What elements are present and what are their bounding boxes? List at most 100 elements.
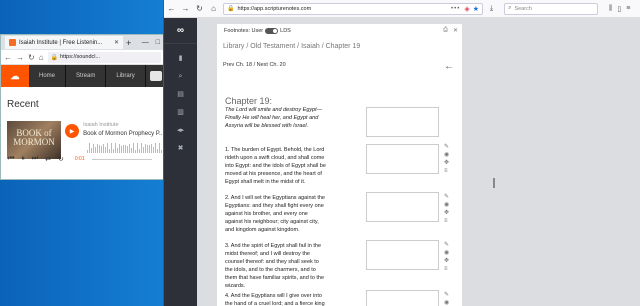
play-button[interactable]: ▶ bbox=[65, 124, 80, 138]
nav-stream[interactable]: Stream bbox=[66, 65, 107, 87]
prev-next-links[interactable]: Prev Ch. 18 / Next Ch. 20 bbox=[223, 62, 286, 68]
waveform-bar bbox=[115, 143, 116, 153]
app-sidebar: ∞ ▮ ⌕ ▤ ▥ ◂▸ ✖ bbox=[164, 18, 197, 306]
close-tab-icon[interactable]: ✕ bbox=[114, 39, 119, 46]
back-icon[interactable]: ← bbox=[167, 4, 176, 13]
list-icon[interactable]: ≡ bbox=[444, 218, 449, 224]
progress-bar[interactable] bbox=[91, 158, 152, 160]
waveform-bar bbox=[99, 145, 100, 153]
main-toolbar: ← → ↻ ⌂ 🔒 https://app.scripturenotes.com… bbox=[164, 0, 640, 18]
book-icon[interactable]: ▮ bbox=[179, 54, 183, 63]
waveform-bar bbox=[159, 143, 160, 153]
track-waveform[interactable] bbox=[87, 143, 163, 153]
back-arrow-icon[interactable]: ← bbox=[444, 61, 454, 72]
eye-icon[interactable]: ◉ bbox=[444, 300, 449, 306]
home-icon[interactable]: ⌂ bbox=[39, 53, 44, 62]
waveform-bar bbox=[121, 145, 122, 153]
tab-title: Isaiah Institute | Free Listenin... bbox=[19, 39, 103, 46]
soundcloud-search-input[interactable] bbox=[149, 71, 162, 81]
close-icon[interactable]: ✕ bbox=[453, 27, 458, 34]
track-info: Isaiah Institute Book of Mormon Prophecy… bbox=[83, 121, 164, 139]
waveform-bar bbox=[97, 144, 98, 153]
maximize-icon[interactable]: □ bbox=[156, 39, 160, 46]
nav-home[interactable]: Home bbox=[29, 65, 67, 87]
library-icon[interactable]: ⫼ bbox=[609, 5, 612, 13]
code-icon[interactable]: ◂▸ bbox=[177, 126, 184, 135]
current-time: 0:01 bbox=[74, 156, 85, 162]
scrollbar[interactable] bbox=[493, 178, 495, 188]
eye-icon[interactable]: ◉ bbox=[444, 202, 449, 208]
track-title[interactable]: Book of Mormon Prophecy P... bbox=[83, 130, 164, 139]
verse-note-box[interactable] bbox=[366, 290, 439, 306]
print-icon[interactable]: ⎙ bbox=[443, 27, 448, 34]
next-icon[interactable]: ⏭ bbox=[32, 155, 38, 163]
download-icon[interactable]: ⤓ bbox=[490, 5, 493, 13]
waveform-bar bbox=[125, 144, 126, 153]
verse-note-box[interactable] bbox=[366, 240, 439, 270]
tab-bar: Isaiah Institute | Free Listenin... ✕ + … bbox=[1, 35, 164, 50]
verse-tools: ✎ ◉ ✥ ≡ bbox=[444, 194, 449, 224]
menu-icon[interactable]: ≡ bbox=[626, 5, 630, 13]
eye-icon[interactable]: ◉ bbox=[444, 250, 449, 256]
eye-icon[interactable]: ◉ bbox=[444, 152, 449, 158]
verse-note-box[interactable] bbox=[366, 192, 439, 222]
track-artist[interactable]: Isaiah Institute bbox=[83, 121, 164, 130]
bookmark-star-icon[interactable]: ★ bbox=[473, 5, 479, 13]
move-icon[interactable]: ✥ bbox=[444, 210, 449, 216]
address-bar[interactable]: 🔒 https://app.scripturenotes.com ••• ◈ ★ bbox=[223, 2, 483, 15]
nav-library[interactable]: Library bbox=[106, 65, 146, 87]
search-icon: ⌕ bbox=[508, 5, 512, 11]
infinity-logo-icon[interactable]: ∞ bbox=[164, 18, 197, 44]
back-icon[interactable]: ← bbox=[4, 53, 12, 62]
edit-icon[interactable]: ✎ bbox=[444, 292, 449, 298]
waveform-bar bbox=[103, 144, 104, 153]
app-content-area: Footnotes: User LDS ⎙ ✕ Library / Old Te… bbox=[197, 18, 640, 306]
reload-icon[interactable]: ↻ bbox=[28, 53, 35, 62]
waveform-bar bbox=[111, 143, 112, 153]
scripture-notes-browser-window[interactable]: ← → ↻ ⌂ 🔒 https://app.scripturenotes.com… bbox=[163, 0, 640, 306]
close-icon[interactable]: ✖ bbox=[178, 144, 184, 153]
move-icon[interactable]: ✥ bbox=[444, 160, 449, 166]
summary-note-box[interactable] bbox=[366, 107, 439, 137]
pause-icon[interactable]: ⏸ bbox=[21, 155, 25, 163]
home-icon[interactable]: ⌂ bbox=[209, 4, 218, 13]
waveform-bar bbox=[151, 144, 152, 153]
forward-icon[interactable]: → bbox=[16, 53, 24, 62]
waveform-bar bbox=[93, 143, 94, 153]
bookmarks-icon[interactable]: ▤ bbox=[177, 90, 184, 99]
chapter-heading: Chapter 19: bbox=[225, 96, 273, 106]
previous-icon[interactable]: ⏮ bbox=[8, 155, 14, 163]
waveform-bar bbox=[123, 144, 124, 153]
minimize-icon[interactable]: — bbox=[142, 39, 149, 46]
list-icon[interactable]: ≡ bbox=[444, 168, 449, 174]
repeat-icon[interactable]: ↻ bbox=[58, 155, 64, 163]
footnotes-toggle-row: Footnotes: User LDS bbox=[224, 28, 291, 34]
waveform-bar bbox=[149, 145, 150, 153]
search-input[interactable]: ⌕ Search bbox=[504, 2, 599, 15]
search-icon[interactable]: ⌕ bbox=[179, 72, 183, 81]
library-icon[interactable]: ▥ bbox=[177, 108, 184, 117]
page-actions-icon[interactable]: ••• bbox=[451, 6, 460, 12]
edit-icon[interactable]: ✎ bbox=[444, 144, 449, 150]
soundcloud-favicon-icon bbox=[9, 39, 16, 46]
browser-tab[interactable]: Isaiah Institute | Free Listenin... ✕ bbox=[5, 36, 123, 49]
reload-icon[interactable]: ↻ bbox=[195, 4, 204, 13]
waveform-bar bbox=[145, 144, 146, 153]
verse-3: 3. And the spirit of Egypt shall fail in… bbox=[225, 243, 325, 289]
breadcrumb[interactable]: Library / Old Testament / Isaiah / Chapt… bbox=[223, 43, 360, 50]
soundcloud-logo-icon[interactable]: ☁ bbox=[1, 65, 29, 87]
edit-icon[interactable]: ✎ bbox=[444, 194, 449, 200]
footnotes-toggle[interactable] bbox=[265, 28, 279, 34]
soundcloud-browser-window[interactable]: Isaiah Institute | Free Listenin... ✕ + … bbox=[0, 34, 165, 180]
forward-icon[interactable]: → bbox=[181, 4, 190, 13]
list-icon[interactable]: ≡ bbox=[444, 266, 449, 272]
waveform-bar bbox=[119, 143, 120, 153]
shuffle-icon[interactable]: ⇄ bbox=[45, 155, 51, 163]
address-bar[interactable]: 🔒 https://soundcl... bbox=[47, 51, 161, 63]
edit-icon[interactable]: ✎ bbox=[444, 242, 449, 248]
new-tab-icon[interactable]: + bbox=[126, 38, 131, 48]
verse-note-box[interactable] bbox=[366, 144, 439, 174]
pocket-icon[interactable]: ◈ bbox=[464, 5, 469, 13]
move-icon[interactable]: ✥ bbox=[444, 258, 449, 264]
sidebar-icon[interactable]: ▯ bbox=[617, 5, 621, 13]
